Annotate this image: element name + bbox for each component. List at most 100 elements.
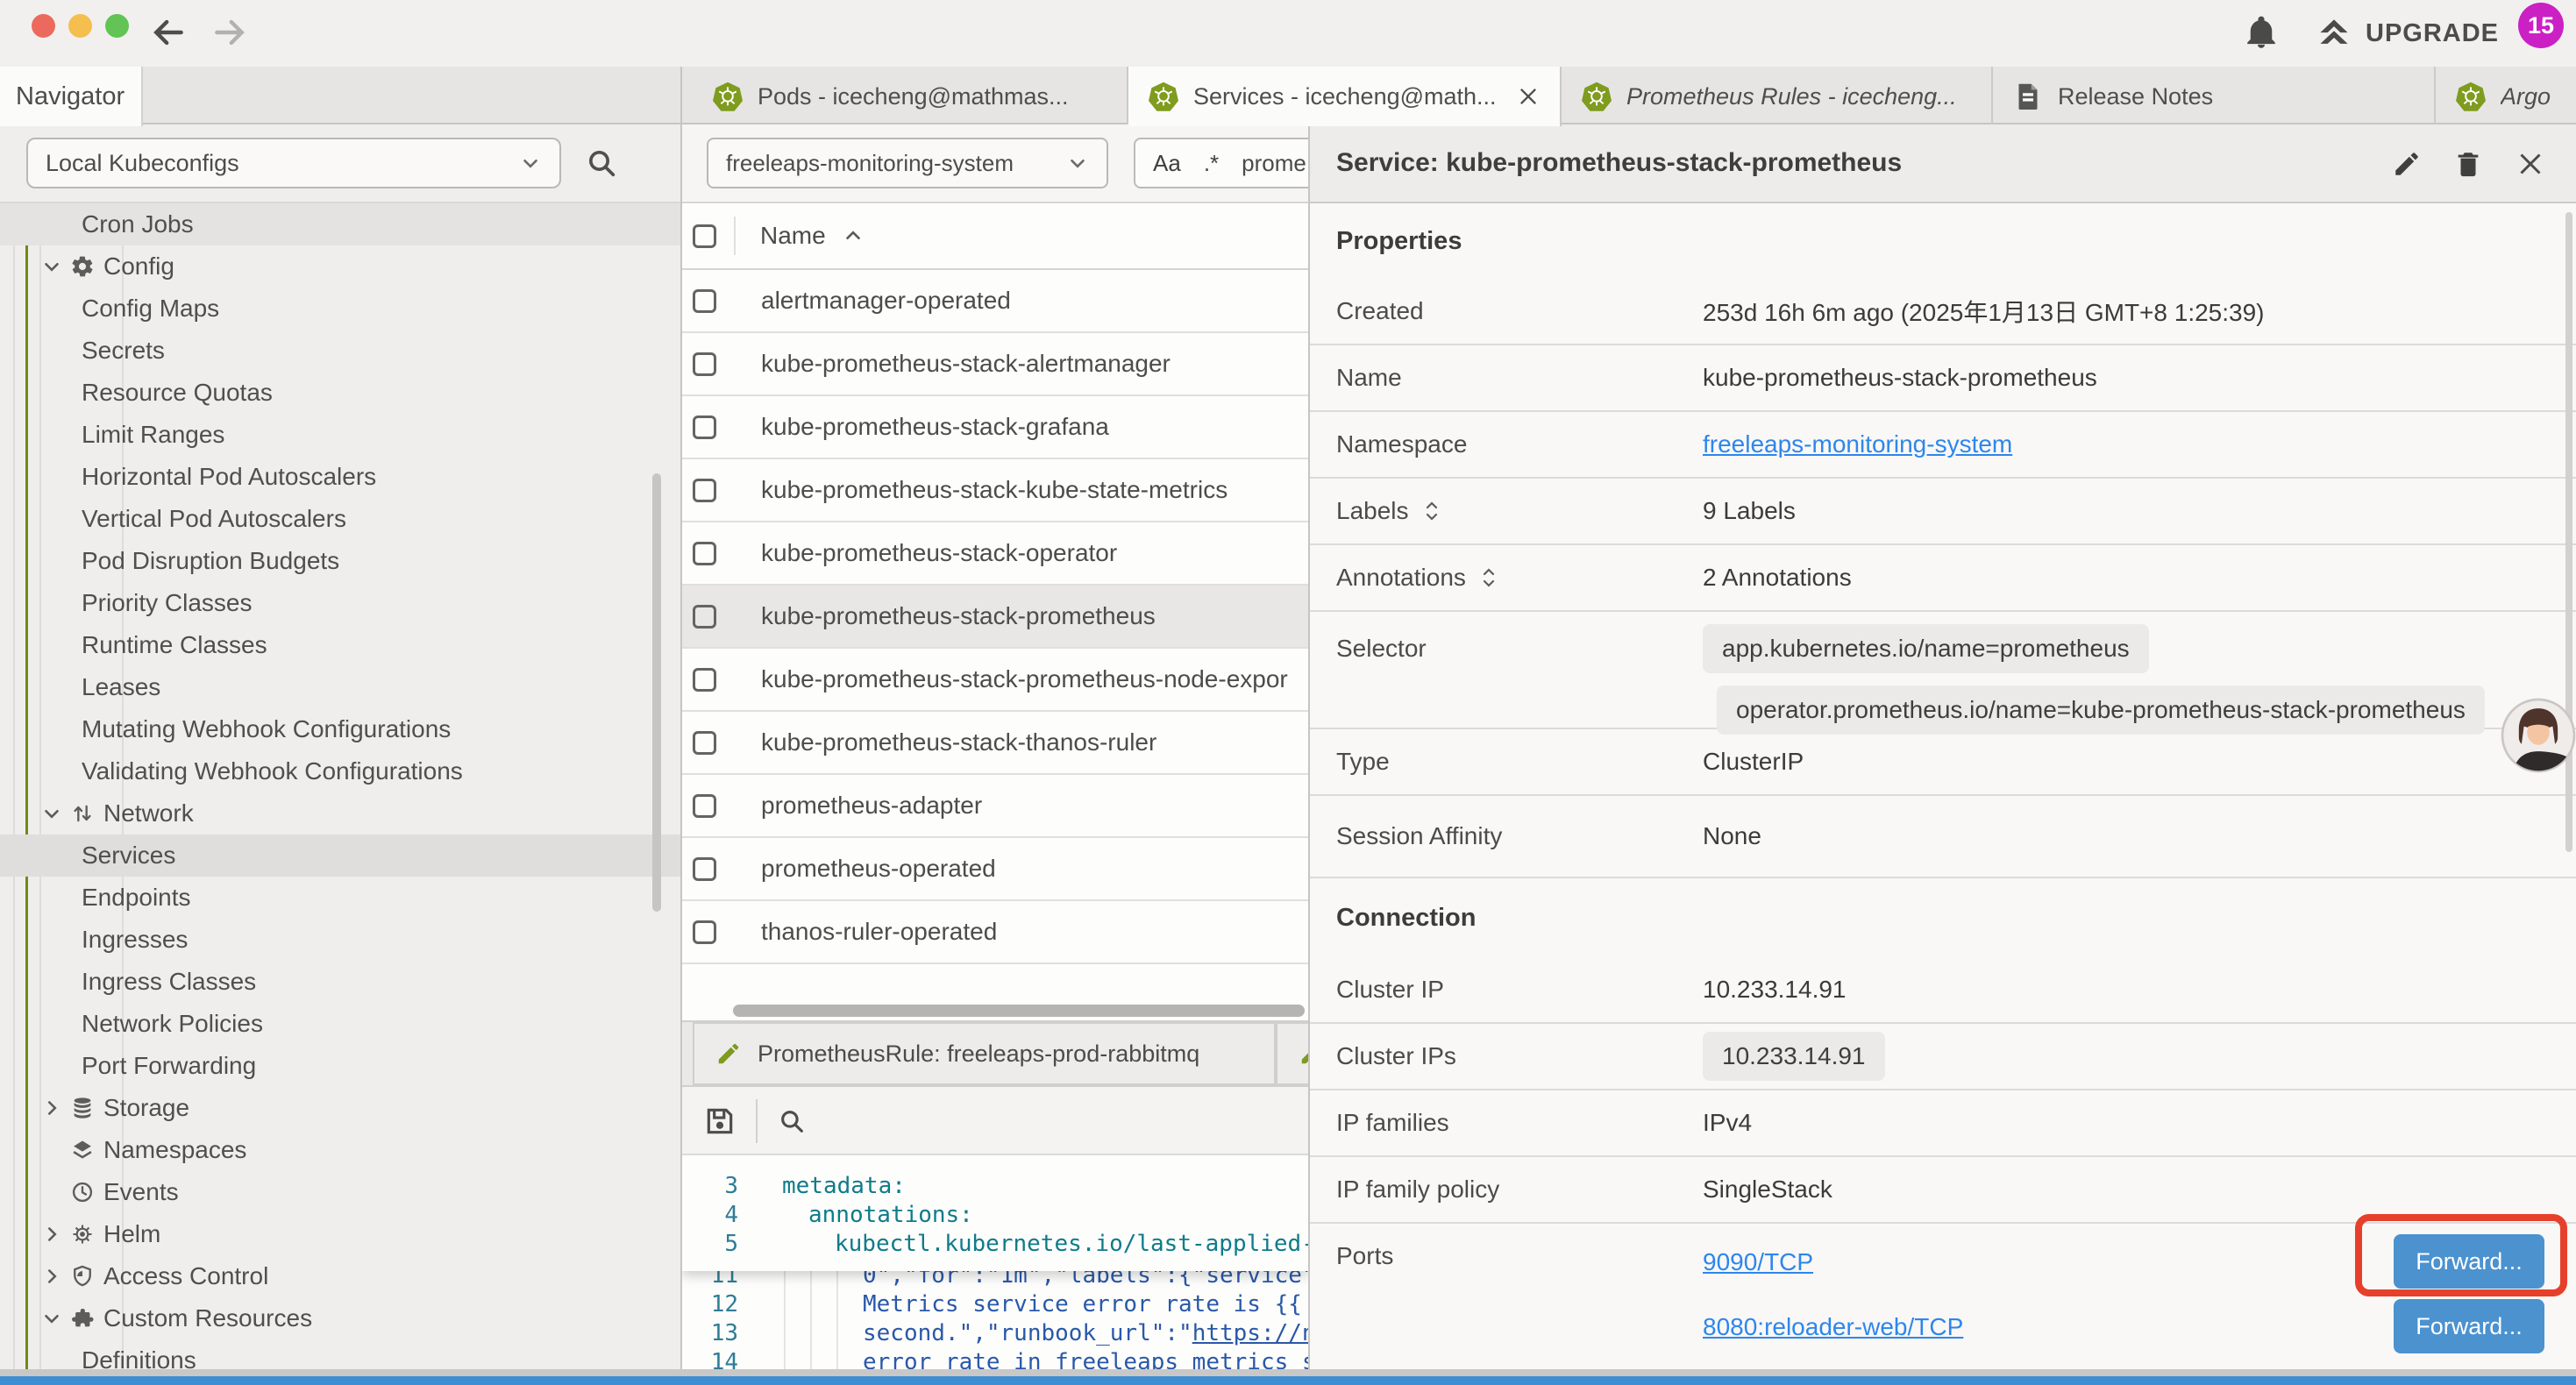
table-row[interactable]: kube-prometheus-stack-prometheus [682,586,1308,649]
chevron-right-icon[interactable] [40,1265,70,1288]
close-icon[interactable] [2515,148,2546,180]
sidebar-item[interactable]: Config [0,245,680,288]
pencil-icon[interactable] [2392,149,2422,179]
sidebar-item[interactable]: Access Control [0,1255,680,1297]
sort-toggle-icon[interactable] [1421,499,1442,523]
name-column-header[interactable]: Name [760,222,826,250]
sidebar-item[interactable]: Events [0,1171,680,1213]
table-row[interactable]: kube-prometheus-stack-grafana [682,396,1308,459]
sort-asc-icon[interactable] [842,224,865,247]
save-icon[interactable] [703,1104,737,1138]
sidebar-item[interactable]: Network [0,792,680,835]
row-checkbox[interactable] [693,794,716,818]
table-row[interactable]: prometheus-operated [682,838,1308,901]
window-close-button[interactable] [32,14,55,38]
sidebar-scrollbar[interactable] [652,473,661,912]
sidebar-item[interactable]: Secrets [0,330,680,372]
table-row[interactable]: kube-prometheus-stack-prometheus-node-ex… [682,649,1308,712]
editor-tab[interactable]: PrometheusRule: freeleaps-prod-rabbitmq [693,1022,1276,1085]
row-checkbox[interactable] [693,289,716,313]
window-tab[interactable]: Prometheus Rules - icecheng... [1562,67,1993,126]
sidebar-item[interactable]: Priority Classes [0,582,680,624]
table-row[interactable]: kube-prometheus-stack-operator [682,522,1308,586]
horizontal-scrollbar[interactable] [733,1005,1305,1017]
blank-icon[interactable] [40,1139,70,1161]
back-arrow-icon[interactable] [149,13,188,52]
sidebar-item[interactable]: Ingresses [0,919,680,961]
sidebar-item[interactable]: Network Policies [0,1003,680,1045]
window-zoom-button[interactable] [105,14,129,38]
sidebar-item[interactable]: Definitions [0,1339,680,1369]
row-checkbox[interactable] [693,352,716,376]
select-all-checkbox[interactable] [693,224,716,248]
forward-button[interactable]: Forward... [2394,1234,2544,1289]
chevron-down-icon[interactable] [40,1307,70,1330]
chevron-right-icon[interactable] [40,1097,70,1119]
row-checkbox[interactable] [693,479,716,502]
sidebar-item[interactable]: Cron Jobs [0,203,680,245]
namespace-link[interactable]: freeleaps-monitoring-system [1703,430,2012,458]
sidebar-item[interactable]: Horizontal Pod Autoscalers [0,456,680,498]
forward-arrow-icon[interactable] [210,13,249,52]
row-checkbox[interactable] [693,668,716,692]
row-checkbox[interactable] [693,605,716,629]
yaml-editor[interactable]: 11 0","for":"1m","labels":{"service":" 1… [682,1155,1308,1369]
sort-toggle-icon[interactable] [1478,565,1499,590]
sidebar-item[interactable]: Namespaces [0,1129,680,1171]
sidebar-item[interactable]: Vertical Pod Autoscalers [0,498,680,540]
window-minimize-button[interactable] [68,14,92,38]
sidebar-item[interactable]: Ingress Classes [0,961,680,1003]
port-link[interactable]: 8080:reloader-web/TCP [1703,1313,1963,1341]
scrollbar-thumb[interactable] [733,1005,1305,1017]
namespace-select[interactable]: freeleaps-monitoring-system [707,138,1108,188]
sidebar-item[interactable]: Custom Resources [0,1297,680,1339]
tab-navigator[interactable]: Navigator [0,67,143,126]
trash-icon[interactable] [2453,149,2483,179]
row-checkbox[interactable] [693,416,716,439]
blank-icon[interactable] [40,1181,70,1204]
kubeconfig-select[interactable]: Local Kubeconfigs [26,138,561,188]
search-icon[interactable] [584,146,619,181]
assistant-avatar[interactable] [2501,698,2576,773]
window-tab[interactable]: Services - icecheng@math... [1128,67,1562,126]
search-icon[interactable] [777,1106,807,1136]
row-checkbox[interactable] [693,920,716,944]
table-row[interactable]: thanos-ruler-operated [682,901,1308,964]
sidebar-item[interactable]: Port Forwarding [0,1045,680,1087]
close-icon[interactable] [1516,84,1541,109]
sidebar-item[interactable]: Resource Quotas [0,372,680,414]
sidebar-item[interactable]: Leases [0,666,680,708]
forward-button[interactable]: Forward... [2394,1299,2544,1353]
upgrade-button[interactable]: UPGRADE [2315,12,2499,54]
table-row[interactable]: prometheus-adapter [682,775,1308,838]
bell-icon[interactable] [2243,13,2280,52]
chevron-down-icon[interactable] [40,802,70,825]
row-checkbox[interactable] [693,542,716,565]
sidebar-item[interactable]: Mutating Webhook Configurations [0,708,680,750]
sidebar-item[interactable]: Config Maps [0,288,680,330]
table-row[interactable]: alertmanager-operated [682,270,1308,333]
port-link[interactable]: 9090/TCP [1703,1248,1813,1276]
sidebar-item[interactable]: Storage [0,1087,680,1129]
row-checkbox[interactable] [693,857,716,881]
chevron-down-icon[interactable] [40,255,70,278]
table-row[interactable]: kube-prometheus-stack-alertmanager [682,333,1308,396]
match-case-toggle[interactable]: Aa [1153,150,1181,177]
row-checkbox[interactable] [693,731,716,755]
sidebar-item[interactable]: Limit Ranges [0,414,680,456]
window-tab[interactable]: Pods - icecheng@mathmas... [693,67,1128,126]
notification-badge[interactable]: 15 [2518,3,2564,48]
window-tab[interactable]: Argo Se [2436,67,2576,126]
sidebar-item[interactable]: Pod Disruption Budgets [0,540,680,582]
regex-toggle[interactable]: .* [1204,150,1219,177]
table-row[interactable]: kube-prometheus-stack-thanos-ruler [682,712,1308,775]
sidebar-item[interactable]: Endpoints [0,877,680,919]
window-tab[interactable]: Release Notes [1993,67,2436,126]
runbook-link[interactable]: https://net [1192,1320,1308,1346]
chevron-right-icon[interactable] [40,1223,70,1246]
table-row[interactable]: kube-prometheus-stack-kube-state-metrics [682,459,1308,522]
sidebar-item[interactable]: Helm [0,1213,680,1255]
sidebar-item[interactable]: Validating Webhook Configurations [0,750,680,792]
sidebar-item[interactable]: Services [0,835,680,877]
sidebar-item[interactable]: Runtime Classes [0,624,680,666]
